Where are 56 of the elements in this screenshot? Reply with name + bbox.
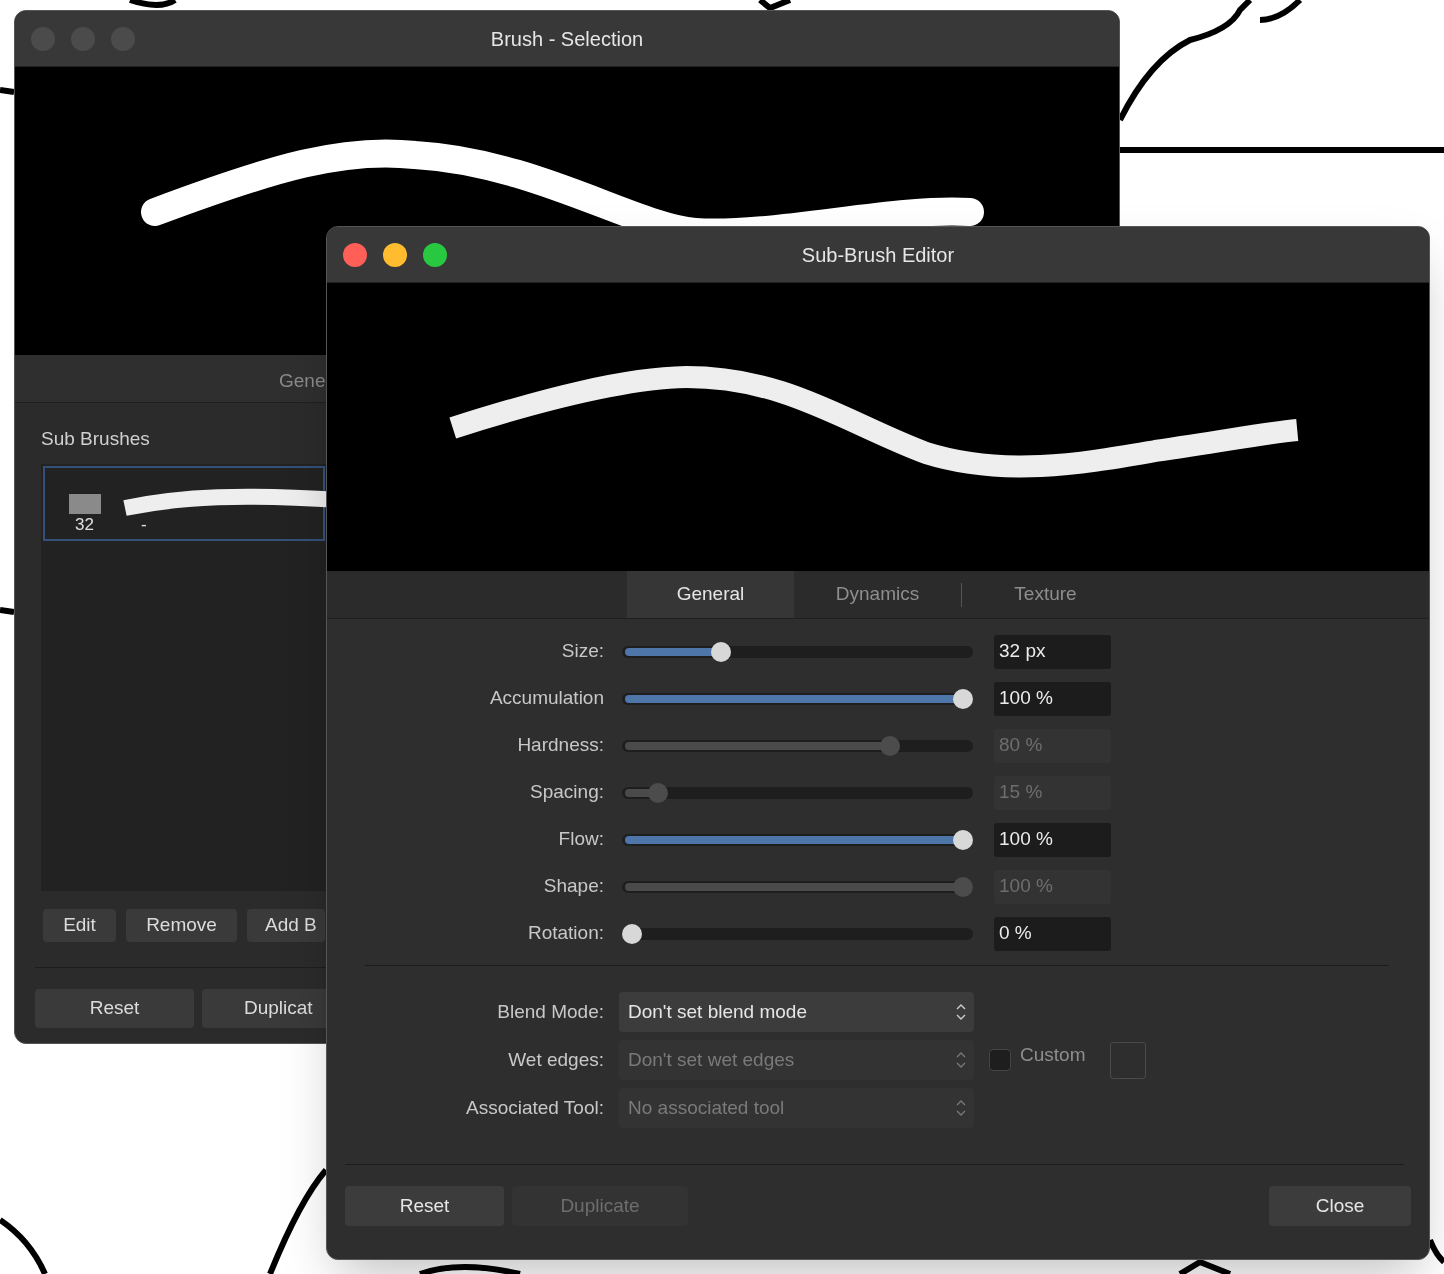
section-label: Sub Brushes bbox=[41, 427, 151, 451]
window-title: Sub-Brush Editor bbox=[801, 242, 955, 268]
value-field[interactable]: 100 % bbox=[994, 681, 1111, 716]
slider-label: Size: bbox=[560, 639, 604, 664]
tab[interactable]: General bbox=[627, 571, 794, 618]
brush-name: - bbox=[141, 513, 147, 536]
slider-label: Rotation: bbox=[526, 921, 604, 946]
checkbox-label: Custom bbox=[1020, 1042, 1086, 1067]
color-well[interactable] bbox=[1110, 1041, 1147, 1079]
slider-label: Flow: bbox=[557, 827, 604, 852]
slider-thumb[interactable] bbox=[622, 923, 642, 944]
tab[interactable]: Dynamics bbox=[794, 571, 961, 618]
dropdown-value: Don't set wet edges bbox=[628, 1047, 795, 1072]
tab[interactable]: Texture bbox=[962, 571, 1129, 618]
value-field[interactable]: 100 % bbox=[994, 822, 1111, 857]
footer-button[interactable]: Duplicat bbox=[202, 988, 328, 1028]
tab[interactable]: Gene bbox=[279, 367, 326, 396]
list-button[interactable]: Remove bbox=[126, 908, 237, 942]
stepper-chevrons-icon bbox=[956, 1002, 966, 1022]
footer-button[interactable]: Reset bbox=[345, 1186, 504, 1226]
slider[interactable] bbox=[622, 923, 973, 944]
footer-button[interactable]: Reset bbox=[35, 988, 194, 1028]
window-title: Brush - Selection bbox=[490, 26, 644, 52]
slider-thumb[interactable] bbox=[711, 641, 732, 662]
slider-label: Hardness: bbox=[516, 733, 604, 758]
value-field[interactable]: 32 px bbox=[994, 634, 1111, 669]
slider-thumb[interactable] bbox=[953, 829, 973, 850]
footer-button[interactable]: Close bbox=[1269, 1186, 1411, 1226]
sub-brush-item[interactable]: 32 - bbox=[43, 465, 325, 541]
slider[interactable] bbox=[622, 641, 973, 662]
slider[interactable] bbox=[622, 876, 973, 897]
dropdown-value: No associated tool bbox=[628, 1095, 785, 1120]
dropdown-value: Don't set blend mode bbox=[628, 999, 807, 1024]
dropdown-label: Blend Mode: bbox=[496, 999, 604, 1024]
slider[interactable] bbox=[622, 688, 973, 709]
value-field[interactable]: 0 % bbox=[994, 916, 1111, 951]
brush-size: 32 bbox=[75, 513, 94, 536]
zoom-button[interactable] bbox=[423, 243, 447, 267]
brush-thumbnail bbox=[69, 493, 101, 514]
minimize-button[interactable] bbox=[383, 243, 407, 267]
stepper-chevrons-icon bbox=[956, 1050, 966, 1070]
stepper-chevrons-icon bbox=[956, 1098, 966, 1118]
close-button[interactable] bbox=[343, 243, 367, 267]
slider[interactable] bbox=[622, 829, 973, 850]
list-button[interactable]: Add B bbox=[247, 908, 325, 942]
slider-label: Spacing: bbox=[529, 780, 604, 805]
dropdown[interactable]: Don't set blend mode bbox=[619, 992, 974, 1032]
checkbox[interactable] bbox=[989, 1049, 1011, 1071]
slider-thumb[interactable] bbox=[953, 688, 973, 709]
slider-label: Accumulation bbox=[488, 686, 604, 711]
list-button[interactable]: Edit bbox=[43, 908, 116, 942]
slider-label: Shape: bbox=[542, 874, 604, 899]
slider[interactable] bbox=[622, 782, 973, 803]
slider[interactable] bbox=[622, 735, 973, 756]
dropdown-label: Associated Tool: bbox=[465, 1095, 604, 1120]
dropdown-label: Wet edges: bbox=[507, 1047, 604, 1072]
